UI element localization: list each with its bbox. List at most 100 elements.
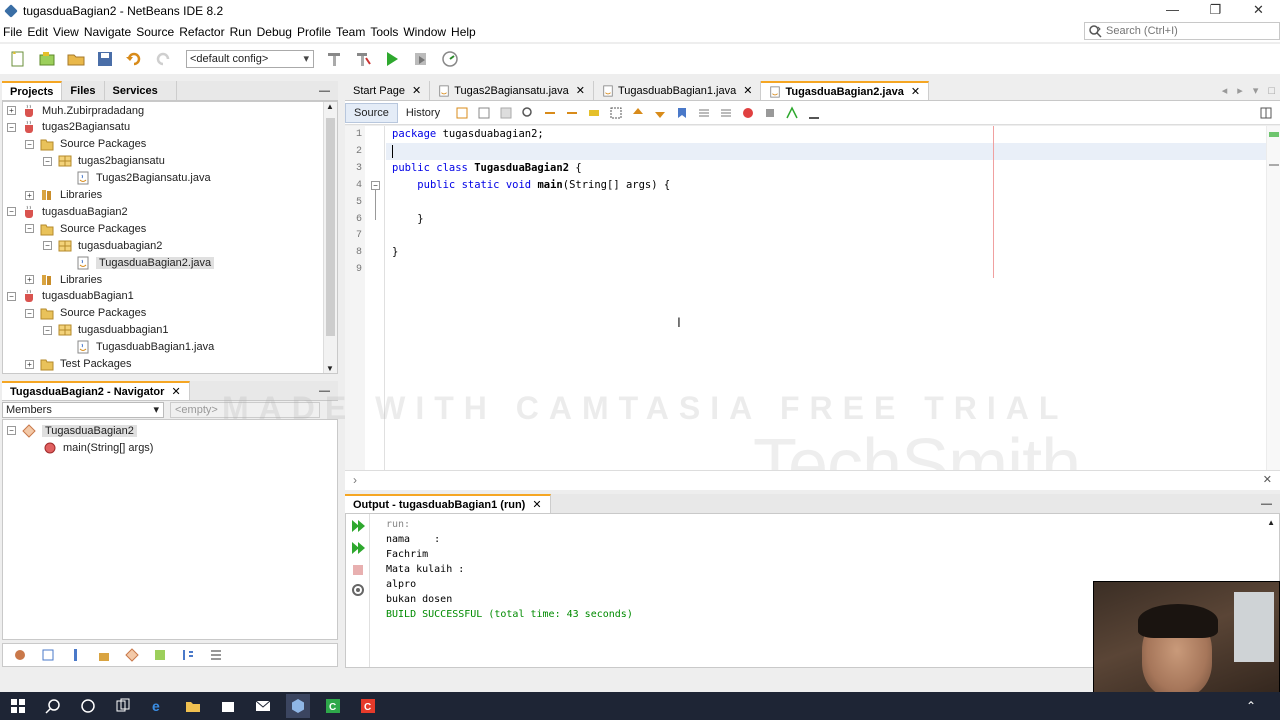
collapse-icon[interactable]: −: [43, 325, 52, 335]
collapse-icon[interactable]: −: [7, 426, 16, 435]
collapse-icon[interactable]: −: [43, 156, 52, 166]
menu-file[interactable]: File: [3, 25, 27, 39]
sort-by-name-icon[interactable]: [179, 646, 197, 664]
stop-icon[interactable]: [350, 562, 366, 578]
menu-run[interactable]: Run: [230, 25, 257, 39]
close-output-icon[interactable]: ✕: [532, 498, 541, 511]
collapse-icon[interactable]: −: [7, 207, 16, 217]
nav-class-row[interactable]: − TugasduaBagian2: [7, 422, 137, 439]
edge-icon[interactable]: e: [146, 694, 170, 718]
scroll-down-icon[interactable]: ▼: [326, 364, 334, 373]
menu-edit[interactable]: Edit: [27, 25, 53, 39]
toggle-bookmark-icon[interactable]: [674, 105, 690, 121]
editor-tab[interactable]: TugasduaBagian2.java ✕: [761, 81, 930, 100]
collapse-icon[interactable]: −: [25, 308, 34, 318]
windows-start-icon[interactable]: [6, 694, 30, 718]
tree-item[interactable]: − tugasduabagian2: [43, 237, 162, 254]
tab-files[interactable]: Files: [62, 81, 105, 100]
find-previous-icon[interactable]: [542, 105, 558, 121]
expand-icon[interactable]: +: [25, 359, 34, 369]
minimize-panel-icon[interactable]: —: [311, 81, 338, 100]
sort-by-source-icon[interactable]: [151, 646, 169, 664]
tree-item[interactable]: − Source Packages: [25, 220, 146, 237]
camtasia-icon[interactable]: C: [356, 694, 380, 718]
tree-item[interactable]: − tugasduabbagian1: [43, 322, 169, 339]
shift-right-icon[interactable]: [718, 105, 734, 121]
tray-chevron-icon[interactable]: ⌃: [1246, 699, 1256, 713]
tree-item[interactable]: − tugasduabBagian1: [7, 288, 134, 305]
find-next-icon[interactable]: [564, 105, 580, 121]
comment-icon[interactable]: [784, 105, 800, 121]
tree-item[interactable]: + Muh.Zubirpradadang: [7, 102, 144, 119]
menu-help[interactable]: Help: [451, 25, 481, 39]
tree-item[interactable]: − Source Packages: [25, 136, 146, 153]
menu-window[interactable]: Window: [403, 25, 451, 39]
menu-team[interactable]: Team: [336, 25, 370, 39]
debug-project-icon[interactable]: [411, 49, 431, 69]
find-icon[interactable]: [520, 105, 536, 121]
close-tab-icon[interactable]: ✕: [576, 84, 585, 97]
toggle-highlight-icon[interactable]: [586, 105, 602, 121]
last-edit-icon[interactable]: [454, 105, 470, 121]
tree-item[interactable]: − tugas2Bagiansatu: [7, 119, 130, 136]
tree-item[interactable]: + Libraries: [25, 271, 102, 288]
uncomment-icon[interactable]: [806, 105, 822, 121]
tab-services[interactable]: Services: [105, 81, 177, 100]
open-project-icon[interactable]: [66, 49, 86, 69]
collapse-icon[interactable]: −: [43, 241, 52, 251]
stop-macro-icon[interactable]: [762, 105, 778, 121]
history-tab[interactable]: History: [398, 104, 448, 122]
close-breadcrumb-icon[interactable]: ✕: [1263, 473, 1272, 486]
close-navigator-icon[interactable]: ✕: [171, 385, 180, 398]
quick-search[interactable]: [1084, 22, 1280, 40]
scroll-thumb[interactable]: [326, 118, 335, 336]
filter-fields-icon[interactable]: [39, 646, 57, 664]
split-editor-icon[interactable]: [1258, 105, 1274, 121]
close-tab-icon[interactable]: ✕: [911, 85, 920, 98]
projects-scrollbar[interactable]: ▲ ▼: [323, 102, 337, 373]
tree-item[interactable]: − Source Packages: [25, 305, 146, 322]
expand-icon[interactable]: ›: [353, 473, 357, 487]
menu-tools[interactable]: Tools: [370, 25, 403, 39]
code-line[interactable]: public static void main(String[] args) {: [392, 179, 670, 191]
search-icon[interactable]: [41, 694, 65, 718]
next-bookmark-icon[interactable]: [652, 105, 668, 121]
expand-icon[interactable]: +: [25, 190, 34, 200]
tab-navigator[interactable]: TugasduaBagian2 - Navigator ✕: [2, 381, 190, 400]
close-window-button[interactable]: ✕: [1237, 0, 1280, 22]
close-tab-icon[interactable]: ✕: [743, 84, 752, 97]
tree-item[interactable]: − tugas2bagiansatu: [43, 153, 165, 170]
collapse-icon[interactable]: −: [25, 139, 34, 149]
shift-left-icon[interactable]: [696, 105, 712, 121]
filter-inner-classes-icon[interactable]: [123, 646, 141, 664]
menu-view[interactable]: View: [53, 25, 84, 39]
menu-navigate[interactable]: Navigate: [84, 25, 136, 39]
scroll-tabs-left-icon[interactable]: ◂: [1217, 81, 1233, 100]
tree-item[interactable]: TugasduabBagian1.java: [61, 339, 214, 356]
tree-item[interactable]: + Test Packages: [25, 356, 132, 373]
minimize-output-icon[interactable]: —: [1253, 494, 1280, 513]
members-dropdown[interactable]: Members: [2, 402, 164, 418]
filter-nonpublic-icon[interactable]: [95, 646, 113, 664]
tree-item[interactable]: TugasduaBagian2.java: [61, 254, 215, 271]
collapse-icon[interactable]: −: [7, 122, 16, 132]
tab-projects[interactable]: Projects: [2, 81, 63, 100]
undo-icon[interactable]: [124, 49, 144, 69]
editor-tab[interactable]: Start Page ✕: [345, 81, 431, 100]
cortana-icon[interactable]: [76, 694, 100, 718]
expand-icon[interactable]: +: [25, 275, 34, 284]
mail-icon[interactable]: [251, 694, 275, 718]
clean-build-icon[interactable]: [353, 49, 373, 69]
nav-method-row[interactable]: main(String[] args): [43, 439, 153, 456]
code-line[interactable]: package tugasduabagian2;: [392, 128, 544, 140]
redo-icon[interactable]: [153, 49, 173, 69]
new-project-icon[interactable]: [37, 49, 57, 69]
tab-output[interactable]: Output - tugasduabBagian1 (run) ✕: [345, 494, 551, 513]
tree-item[interactable]: Tugas2Bagiansatu.java: [61, 170, 211, 187]
app-green-icon[interactable]: C: [321, 694, 345, 718]
tree-item[interactable]: + Libraries: [25, 187, 102, 204]
menu-refactor[interactable]: Refactor: [179, 25, 229, 39]
scroll-up-icon[interactable]: ▲: [326, 102, 334, 111]
rect-selection-icon[interactable]: [608, 105, 624, 121]
menu-source[interactable]: Source: [136, 25, 179, 39]
